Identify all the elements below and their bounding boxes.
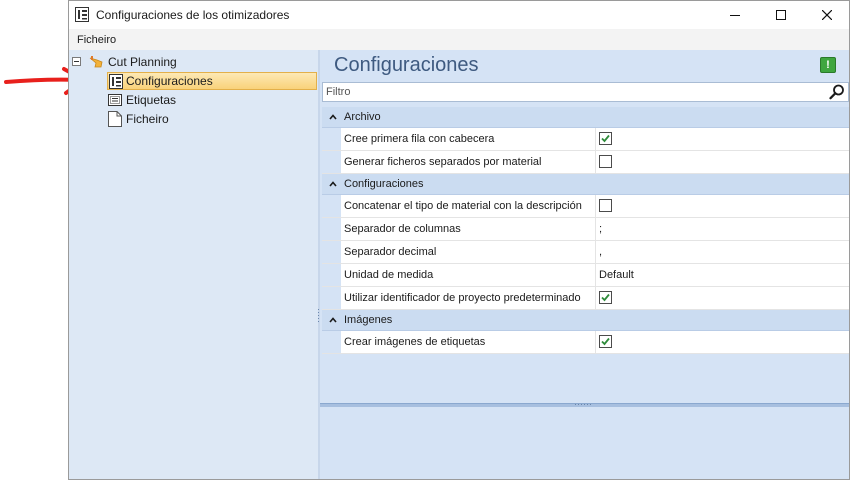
filter-input[interactable] [326, 84, 816, 100]
property-checkbox[interactable] [599, 132, 612, 145]
category-imagenes[interactable]: Imágenes [322, 310, 849, 331]
property-name: Generar ficheros separados por material [344, 156, 542, 168]
property-checkbox[interactable] [599, 291, 612, 304]
property-row: Cree primera fila con cabecera [322, 128, 849, 151]
chevron-up-icon[interactable] [328, 112, 338, 122]
chevron-up-icon[interactable] [328, 179, 338, 189]
tree-item-configuraciones[interactable]: Configuraciones [107, 72, 317, 90]
property-grid: Archivo Cree primera fila con cabecera G… [322, 107, 849, 354]
property-name: Separador decimal [344, 246, 437, 258]
property-name: Unidad de medida [344, 269, 434, 281]
property-value[interactable]: , [599, 246, 602, 258]
menu-ficheiro[interactable]: Ficheiro [77, 34, 116, 46]
title-bar: Configuraciones de los otimizadores [69, 1, 849, 29]
tree-root-label: Cut Planning [108, 55, 177, 69]
file-icon [108, 111, 122, 127]
settings-panel: Configuraciones ! Archivo Cree primera f… [317, 50, 849, 479]
property-checkbox[interactable] [599, 199, 612, 212]
tree-item-etiquetas[interactable]: Etiquetas [108, 91, 176, 109]
panel-resize-grip[interactable] [317, 308, 321, 326]
filter-box [322, 82, 849, 102]
tree-root-cut-planning[interactable]: Cut Planning [88, 53, 177, 71]
property-checkbox[interactable] [599, 335, 612, 348]
property-name: Concatenar el tipo de material con la de… [344, 200, 582, 212]
category-configuraciones[interactable]: Configuraciones [322, 174, 849, 195]
property-name: Utilizar identificador de proyecto prede… [344, 292, 581, 304]
minimize-button[interactable] [712, 1, 758, 29]
category-label: Imágenes [344, 314, 393, 326]
property-row: Separador decimal , [322, 241, 849, 264]
checkmark-icon [601, 293, 610, 302]
hand-pointer-icon [89, 56, 103, 68]
checkmark-icon [601, 337, 610, 346]
minimize-icon [730, 15, 740, 16]
info-icon[interactable]: ! [820, 57, 836, 73]
tree-item-label: Configuraciones [126, 74, 213, 88]
category-label: Configuraciones [344, 178, 424, 190]
maximize-icon [776, 10, 786, 20]
property-row: Crear imágenes de etiquetas [322, 331, 849, 354]
settings-document-icon [109, 73, 123, 89]
navigation-tree: Cut Planning Configuraciones Etiquetas F… [69, 50, 318, 479]
category-archivo[interactable]: Archivo [322, 107, 849, 128]
page-title: Configuraciones [334, 54, 479, 76]
property-value[interactable]: ; [599, 223, 602, 235]
tree-item-ficheiro[interactable]: Ficheiro [108, 110, 169, 128]
tree-item-label: Ficheiro [126, 112, 169, 126]
search-icon[interactable] [829, 84, 845, 100]
chevron-up-icon[interactable] [328, 315, 338, 325]
splitter-grip-icon [575, 404, 591, 405]
property-name: Separador de columnas [344, 223, 461, 235]
checkmark-icon [601, 134, 610, 143]
property-row: Concatenar el tipo de material con la de… [322, 195, 849, 218]
property-name: Crear imágenes de etiquetas [344, 336, 486, 348]
window-title: Configuraciones de los otimizadores [96, 8, 290, 22]
close-button[interactable] [804, 1, 849, 29]
property-row: Unidad de medida Default [322, 264, 849, 287]
category-label: Archivo [344, 111, 381, 123]
tree-item-label: Etiquetas [126, 93, 177, 107]
label-icon [108, 94, 122, 106]
description-splitter[interactable] [320, 403, 849, 407]
app-icon [75, 7, 89, 22]
property-name: Cree primera fila con cabecera [344, 133, 495, 145]
property-checkbox[interactable] [599, 155, 612, 168]
menu-bar: Ficheiro [69, 29, 849, 50]
maximize-button[interactable] [758, 1, 804, 29]
property-row: Separador de columnas ; [322, 218, 849, 241]
property-row: Generar ficheros separados por material [322, 151, 849, 174]
property-row: Utilizar identificador de proyecto prede… [322, 287, 849, 310]
app-window: Configuraciones de los otimizadores Fich… [68, 0, 850, 480]
collapse-toggle-icon[interactable] [72, 57, 81, 66]
close-icon [822, 10, 832, 20]
property-value[interactable]: Default [599, 269, 634, 281]
